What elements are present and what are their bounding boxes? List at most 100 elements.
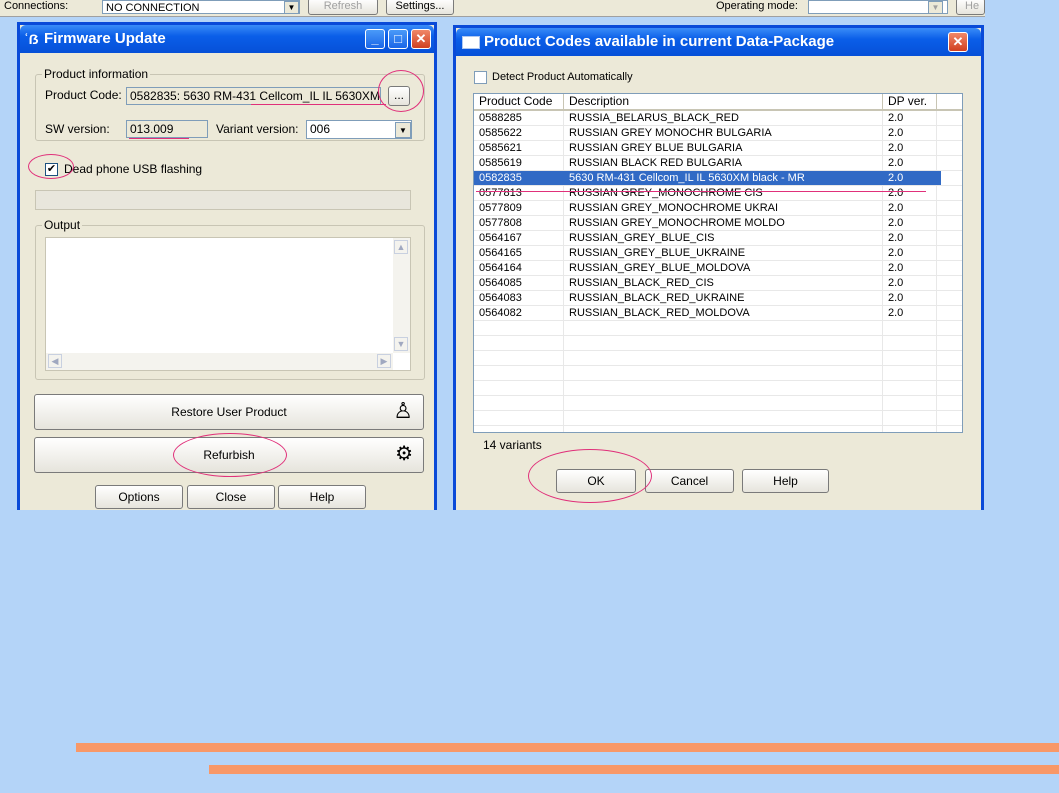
- dead-phone-checkbox[interactable]: ✔: [45, 163, 58, 176]
- product-code-cell: 0585619: [479, 157, 522, 169]
- description-cell: RUSSIAN_GREY_BLUE_UKRAINE: [569, 247, 746, 259]
- variant-version-label: Variant version:: [216, 122, 299, 136]
- maximize-icon[interactable]: □: [388, 29, 408, 49]
- table-row[interactable]: 0564082 RUSSIAN_BLACK_RED_MOLDOVA 2.0: [474, 306, 962, 321]
- table-row[interactable]: 0585622 RUSSIAN GREY MONOCHR BULGARIA 2.0: [474, 126, 962, 141]
- output-vscrollbar[interactable]: ▲ ▼: [393, 238, 410, 353]
- annotation-underline-product-code: [251, 104, 386, 105]
- table-row[interactable]: 0564165 RUSSIAN_GREY_BLUE_UKRAINE 2.0: [474, 246, 962, 261]
- refurbish-button[interactable]: Refurbish ⚙: [34, 437, 424, 473]
- help-button[interactable]: Help: [278, 485, 366, 509]
- close-button[interactable]: Close: [187, 485, 275, 509]
- product-code-label: Product Code:: [45, 88, 122, 102]
- refurbish-label: Refurbish: [203, 448, 255, 462]
- dp-version-cell: 2.0: [883, 171, 941, 185]
- table-row[interactable]: 0585619 RUSSIAN BLACK RED BULGARIA 2.0: [474, 156, 962, 171]
- product-code-cell: 0585621: [479, 142, 522, 154]
- scroll-right-icon[interactable]: ▶: [377, 354, 391, 368]
- chevron-down-icon[interactable]: ▼: [395, 122, 411, 138]
- product-code-cell: 0564165: [479, 247, 522, 259]
- sw-version-field: 013.009: [126, 120, 208, 138]
- chevron-down-icon[interactable]: ▼: [284, 1, 299, 14]
- product-codes-title: Product Codes available in current Data-…: [484, 33, 835, 50]
- product-code-cell: 0564167: [479, 232, 522, 244]
- product-codes-list[interactable]: Product Code Description DP ver. 0588285…: [473, 93, 963, 433]
- refresh-button[interactable]: Refresh: [308, 0, 378, 15]
- help-button[interactable]: Help: [742, 469, 829, 493]
- dp-version-cell: 2.0: [888, 142, 904, 154]
- dp-version-cell: 2.0: [888, 277, 904, 289]
- table-row[interactable]: 0585621 RUSSIAN GREY BLUE BULGARIA 2.0: [474, 141, 962, 156]
- column-header-dp-version[interactable]: DP ver.: [883, 94, 937, 111]
- dp-version-cell: 2.0: [888, 217, 904, 229]
- dp-version-cell: 2.0: [888, 292, 904, 304]
- window-app-icon: ʿẞ: [24, 31, 39, 47]
- firmware-update-window: ʿẞ Firmware Update _ □ ✕ Product informa…: [17, 22, 437, 510]
- annotation-underline-sw-version: [129, 138, 189, 139]
- description-cell: RUSSIAN_GREY_BLUE_MOLDOVA: [569, 262, 751, 274]
- dp-version-cell: 2.0: [888, 157, 904, 169]
- factory-icon: ⚙: [395, 443, 413, 465]
- firmware-title: Firmware Update: [44, 30, 166, 47]
- table-row[interactable]: 0564167 RUSSIAN_GREY_BLUE_CIS 2.0: [474, 231, 962, 246]
- product-code-cell: 0588285: [479, 112, 522, 124]
- table-row[interactable]: 0564085 RUSSIAN_BLACK_RED_CIS 2.0: [474, 276, 962, 291]
- empty-row: [474, 321, 962, 336]
- close-icon[interactable]: ✕: [411, 29, 431, 49]
- description-cell: RUSSIAN GREY MONOCHR BULGARIA: [569, 127, 772, 139]
- chevron-down-icon[interactable]: ▼: [928, 1, 943, 14]
- empty-row: [474, 381, 962, 396]
- restore-label: Restore User Product: [171, 405, 287, 419]
- output-textarea[interactable]: ▲ ▼ ◀ ▶: [45, 237, 411, 371]
- empty-row: [474, 411, 962, 426]
- product-codes-dialog: Product Codes available in current Data-…: [453, 25, 984, 510]
- description-cell: RUSSIAN GREY BLUE BULGARIA: [569, 142, 743, 154]
- operating-mode-combo[interactable]: [808, 0, 948, 14]
- settings-button[interactable]: Settings...: [386, 0, 454, 15]
- product-code-cell: 0577809: [479, 202, 522, 214]
- connections-combo[interactable]: NO CONNECTION: [102, 0, 300, 14]
- description-cell: RUSSIAN_BLACK_RED_MOLDOVA: [569, 307, 750, 319]
- product-codes-titlebar: Product Codes available in current Data-…: [456, 28, 981, 56]
- table-row[interactable]: 0577809 RUSSIAN GREY_MONOCHROME UKRAI 2.0: [474, 201, 962, 216]
- scroll-up-icon[interactable]: ▲: [394, 240, 408, 254]
- minimize-icon[interactable]: _: [365, 29, 385, 49]
- detect-product-checkbox[interactable]: [474, 71, 487, 84]
- table-row[interactable]: 0564083 RUSSIAN_BLACK_RED_UKRAINE 2.0: [474, 291, 962, 306]
- scroll-left-icon[interactable]: ◀: [48, 354, 62, 368]
- description-cell: RUSSIAN_BLACK_RED_CIS: [569, 277, 714, 289]
- cancel-button[interactable]: Cancel: [645, 469, 734, 493]
- firmware-titlebar: ʿẞ Firmware Update _ □ ✕: [20, 25, 434, 53]
- close-icon[interactable]: ✕: [948, 32, 968, 52]
- variant-version-value: 006: [310, 122, 331, 136]
- product-code-cell: 0564164: [479, 262, 522, 274]
- empty-row: [474, 336, 962, 351]
- scroll-down-icon[interactable]: ▼: [394, 337, 408, 351]
- empty-row: [474, 351, 962, 366]
- table-row[interactable]: 0577808 RUSSIAN GREY_MONOCHROME MOLDO 2.0: [474, 216, 962, 231]
- dp-version-cell: 2.0: [888, 187, 904, 199]
- help-button-partial[interactable]: He: [956, 0, 985, 15]
- output-hscrollbar[interactable]: ◀ ▶: [46, 353, 393, 370]
- progress-bar: [35, 190, 411, 210]
- dialog-app-icon: [462, 36, 480, 49]
- checkmark-icon: ✔: [46, 163, 57, 175]
- browse-button[interactable]: ...: [388, 86, 410, 106]
- column-header-description[interactable]: Description: [564, 94, 883, 111]
- accent-bar-long: [76, 743, 1059, 752]
- table-row[interactable]: 0577813 RUSSIAN GREY_MONOCHROME CIS 2.0: [474, 186, 962, 201]
- column-header-filler: [937, 94, 962, 111]
- description-cell: RUSSIAN_BLACK_RED_UKRAINE: [569, 292, 745, 304]
- table-row[interactable]: 0588285 RUSSIA_BELARUS_BLACK_RED 2.0: [474, 111, 962, 126]
- accent-bar-short: [209, 765, 1059, 774]
- column-header-product-code[interactable]: Product Code: [474, 94, 564, 111]
- variants-count: 14 variants: [483, 438, 542, 452]
- restore-user-product-button[interactable]: Restore User Product ♙: [34, 394, 424, 430]
- table-row[interactable]: 0582835 5630 RM-431 Cellcom_IL IL 5630XM …: [474, 171, 962, 186]
- options-button[interactable]: Options: [95, 485, 183, 509]
- table-row[interactable]: 0564164 RUSSIAN_GREY_BLUE_MOLDOVA 2.0: [474, 261, 962, 276]
- empty-row: [474, 366, 962, 381]
- ok-button[interactable]: OK: [556, 469, 636, 493]
- output-label: Output: [42, 218, 83, 232]
- description-cell: 5630 RM-431 Cellcom_IL IL 5630XM black -…: [564, 171, 887, 185]
